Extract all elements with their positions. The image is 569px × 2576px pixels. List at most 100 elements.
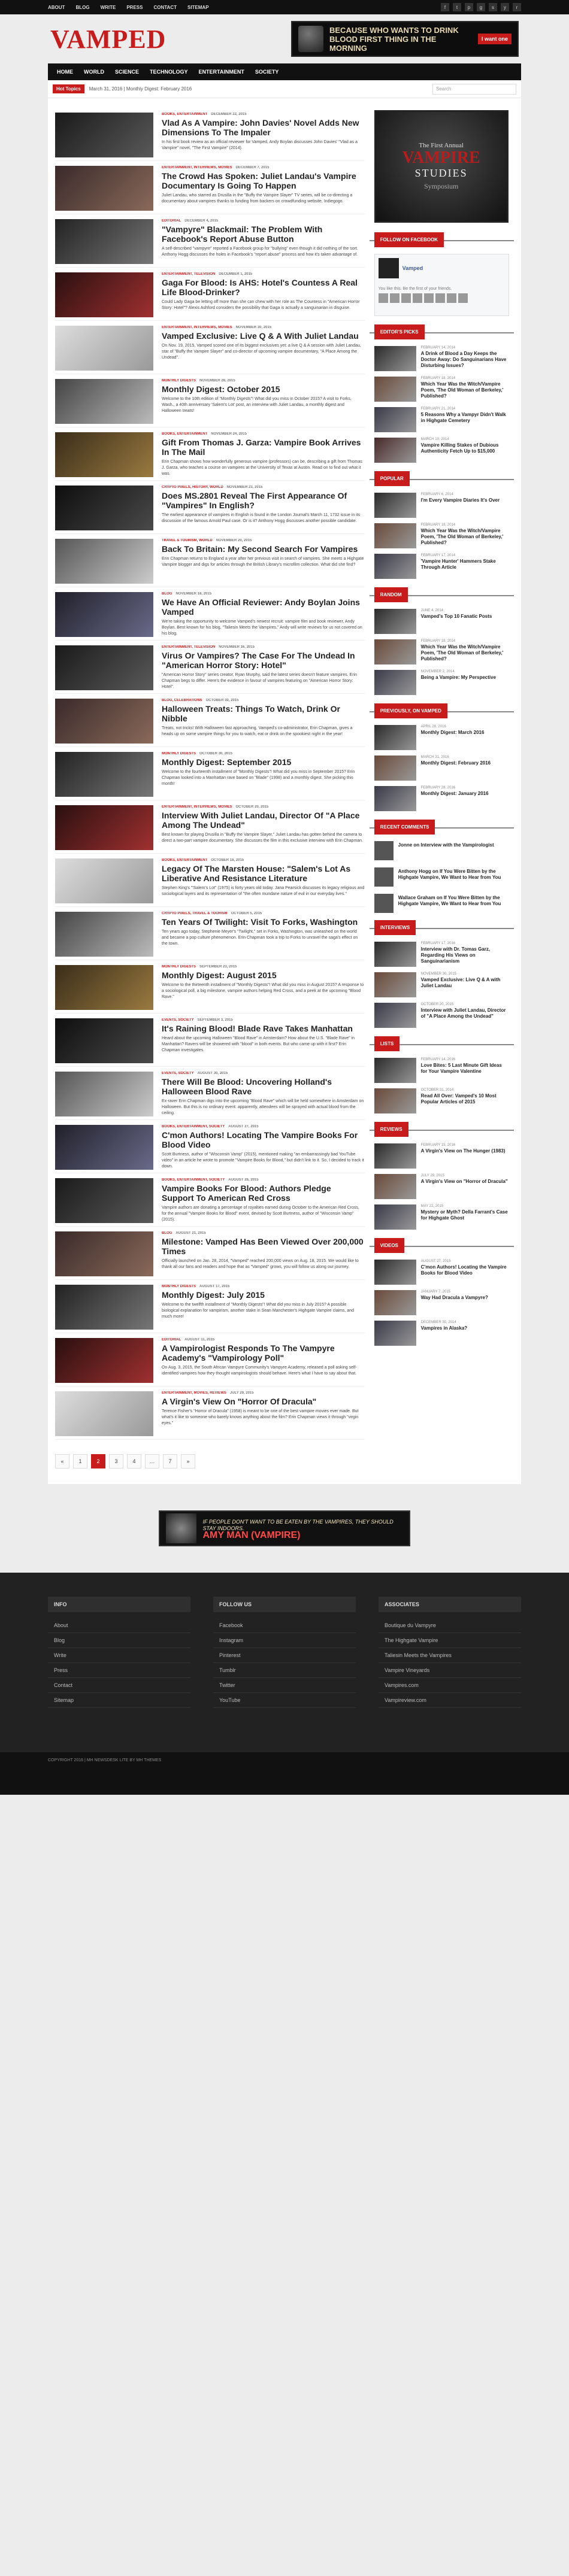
page-link[interactable]: … (145, 1454, 159, 1468)
bottom-banner-ad[interactable]: If people don't want to be eaten by the … (159, 1510, 410, 1546)
banner-button[interactable]: I want one (477, 34, 512, 44)
list-title[interactable]: Vamped's Top 10 Fanatic Posts (421, 614, 492, 620)
post-category[interactable]: Crypto Pixels, History, World (162, 486, 223, 489)
list-thumbnail[interactable] (374, 523, 416, 548)
footer-link[interactable]: Blog (48, 1633, 190, 1648)
list-title[interactable]: Monthly Digest: February 2016 (421, 760, 491, 766)
footer-link[interactable]: YouTube (213, 1693, 356, 1708)
list-thumbnail[interactable] (374, 1058, 416, 1083)
list-title[interactable]: Interview with Juliet Landau, Director o… (421, 1008, 509, 1020)
list-title[interactable]: 'Vampire Hunter' Hammers Stake Through A… (421, 559, 509, 571)
post-category[interactable]: Monthly Digests (162, 965, 196, 969)
comment-text[interactable]: Anthony Hogg on If You Were Bitten by th… (398, 867, 509, 887)
post-category[interactable]: Blog (162, 1231, 172, 1235)
comment-text[interactable]: Jonne on Interview with the Vampirologis… (398, 841, 494, 860)
post-title[interactable]: Interview With Juliet Landau, Director O… (162, 811, 365, 830)
post-thumbnail[interactable] (55, 1285, 153, 1330)
footer-link[interactable]: Write (48, 1648, 190, 1663)
post-title[interactable]: Vlad As A Vampire: John Davies' Novel Ad… (162, 118, 365, 137)
page-link[interactable]: « (55, 1454, 69, 1468)
footer-link[interactable]: Sitemap (48, 1693, 190, 1708)
post-category[interactable]: Entertainment, Interviews, Movies (162, 326, 232, 329)
list-title[interactable]: Vampires in Alaska? (421, 1325, 468, 1331)
footer-link[interactable]: Boutique du Vampyre (379, 1618, 521, 1633)
page-link[interactable]: » (181, 1454, 195, 1468)
post-thumbnail[interactable] (55, 752, 153, 797)
post-title[interactable]: Gift From Thomas J. Garza: Vampire Book … (162, 438, 365, 457)
post-thumbnail[interactable] (55, 1391, 153, 1436)
post-title[interactable]: C'mon Authors! Locating The Vampire Book… (162, 1130, 365, 1149)
list-thumbnail[interactable] (374, 1088, 416, 1113)
search-input[interactable]: Search (432, 83, 516, 95)
post-category[interactable]: Books, Entertainment, Society (162, 1125, 225, 1128)
post-category[interactable]: Entertainment, Television (162, 645, 215, 649)
pinterest-icon[interactable]: p (465, 3, 473, 11)
twitter-icon[interactable]: t (453, 3, 461, 11)
site-logo[interactable]: VAMPED (50, 24, 166, 54)
post-title[interactable]: A Virgin's View On "Horror Of Dracula" (162, 1397, 365, 1406)
list-title[interactable]: Which Year Was the Witch/Vampire Poem, '… (421, 381, 509, 399)
post-title[interactable]: Halloween Treats: Things To Watch, Drink… (162, 704, 365, 723)
post-thumbnail[interactable] (55, 912, 153, 957)
post-thumbnail[interactable] (55, 965, 153, 1010)
facebook-page-name[interactable]: Vamped (402, 265, 423, 271)
post-thumbnail[interactable] (55, 113, 153, 157)
google-plus-icon[interactable]: g (477, 3, 485, 11)
list-thumbnail[interactable] (374, 1143, 416, 1169)
list-title[interactable]: Vamped Exclusive: Live Q & A with Juliet… (421, 977, 509, 989)
post-title[interactable]: Virus Or Vampires? The Case For The Unde… (162, 651, 365, 670)
list-thumbnail[interactable] (374, 972, 416, 997)
post-title[interactable]: Monthly Digest: September 2015 (162, 757, 365, 767)
post-category[interactable]: Books, Entertainment (162, 113, 207, 116)
top-link-contact[interactable]: Contact (153, 5, 177, 10)
footer-link[interactable]: Vampireview.com (379, 1693, 521, 1708)
youtube-icon[interactable]: y (501, 3, 509, 11)
post-category[interactable]: Monthly Digests (162, 1285, 196, 1288)
comment-text[interactable]: Wallace Graham on If You Were Bitten by … (398, 894, 509, 913)
list-thumbnail[interactable] (374, 438, 416, 463)
nav-world[interactable]: World (78, 69, 110, 75)
post-title[interactable]: "Vampyre" Blackmail: The Problem With Fa… (162, 224, 365, 244)
post-category[interactable]: Blog (162, 592, 172, 596)
post-thumbnail[interactable] (55, 379, 153, 424)
list-title[interactable]: Vampire Killing Stakes of Dubious Authen… (421, 442, 509, 454)
list-thumbnail[interactable] (374, 639, 416, 665)
rss-icon[interactable]: r (513, 3, 521, 11)
list-thumbnail[interactable] (374, 554, 416, 579)
post-category[interactable]: Books, Entertainment, Society (162, 1178, 225, 1182)
list-title[interactable]: Which Year Was the Witch/Vampire Poem, '… (421, 528, 509, 546)
footer-link[interactable]: About (48, 1618, 190, 1633)
list-thumbnail[interactable] (374, 1321, 416, 1346)
nav-technology[interactable]: Technology (144, 69, 193, 75)
nav-entertainment[interactable]: Entertainment (193, 69, 250, 75)
top-link-sitemap[interactable]: Sitemap (187, 5, 209, 10)
post-title[interactable]: Ten Years Of Twilight: Visit To Forks, W… (162, 917, 365, 927)
post-thumbnail[interactable] (55, 1231, 153, 1276)
post-thumbnail[interactable] (55, 805, 153, 850)
post-category[interactable]: Editorial (162, 1338, 181, 1342)
stumbleupon-icon[interactable]: s (489, 3, 497, 11)
footer-link[interactable]: Instagram (213, 1633, 356, 1648)
post-thumbnail[interactable] (55, 699, 153, 744)
post-title[interactable]: It's Raining Blood! Blade Rave Takes Man… (162, 1024, 365, 1033)
list-thumbnail[interactable] (374, 609, 416, 634)
post-category[interactable]: Events, Society (162, 1018, 194, 1022)
facebook-icon[interactable]: f (441, 3, 449, 11)
list-title[interactable]: A Virgin's View on "Horror of Dracula" (421, 1179, 508, 1185)
post-category[interactable]: Entertainment, Television (162, 272, 215, 276)
page-link[interactable]: 3 (109, 1454, 123, 1468)
page-link[interactable]: 2 (91, 1454, 105, 1468)
post-category[interactable]: Entertainment, Interviews, Movies (162, 166, 232, 169)
list-title[interactable]: Love Bites: 5 Last Minute Gift Ideas for… (421, 1063, 509, 1075)
post-thumbnail[interactable] (55, 166, 153, 211)
post-thumbnail[interactable] (55, 1018, 153, 1063)
list-thumbnail[interactable] (374, 377, 416, 402)
ticker-text[interactable]: March 31, 2016 | Monthly Digest: Februar… (89, 86, 192, 92)
post-category[interactable]: Books, Entertainment (162, 858, 207, 862)
list-thumbnail[interactable] (374, 1174, 416, 1199)
list-thumbnail[interactable] (374, 725, 416, 750)
post-title[interactable]: There Will Be Blood: Uncovering Holland'… (162, 1077, 365, 1096)
list-title[interactable]: 5 Reasons Why a Vampyr Didn't Walk in Hi… (421, 412, 509, 424)
post-thumbnail[interactable] (55, 858, 153, 903)
post-title[interactable]: A Vampirologist Responds To The Vampyre … (162, 1343, 365, 1363)
